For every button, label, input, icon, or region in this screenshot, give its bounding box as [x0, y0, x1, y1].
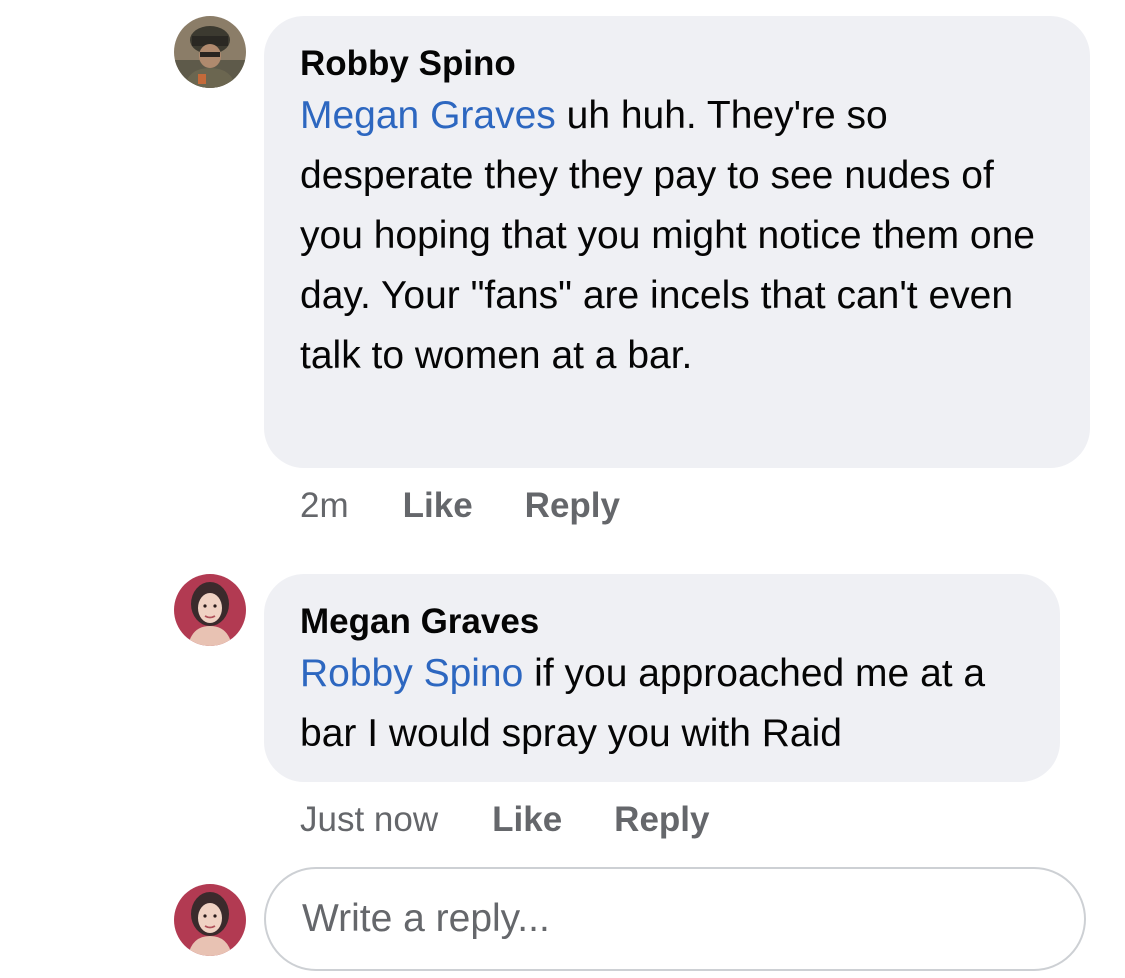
comment-meta: Just now Like Reply [300, 800, 709, 840]
comment-text: Megan Graves uh huh. They're so desperat… [300, 86, 1054, 386]
comment-timestamp[interactable]: Just now [300, 800, 438, 840]
comment-text: Robby Spino if you approached me at a ba… [300, 644, 1024, 764]
like-button[interactable]: Like [492, 800, 562, 840]
reply-button[interactable]: Reply [614, 800, 709, 840]
comment-bubble: Megan Graves Robby Spino if you approach… [264, 574, 1060, 782]
like-button[interactable]: Like [403, 486, 473, 526]
user-avatar-woman-icon [174, 574, 246, 646]
comment-timestamp[interactable]: 2m [300, 486, 349, 526]
comment-bubble: Robby Spino Megan Graves uh huh. They're… [264, 16, 1090, 468]
reply-input[interactable] [302, 897, 1084, 941]
comment-avatar[interactable] [174, 16, 246, 88]
comment-avatar[interactable] [174, 574, 246, 646]
user-avatar-helmet-icon [174, 16, 246, 88]
composer-avatar [174, 884, 246, 956]
mention-link[interactable]: Robby Spino [300, 652, 523, 695]
comment-meta: 2m Like Reply [300, 486, 620, 526]
mention-link[interactable]: Megan Graves [300, 94, 556, 137]
comment-author[interactable]: Megan Graves [300, 574, 1024, 642]
user-avatar-woman-icon [174, 884, 246, 956]
comment-author[interactable]: Robby Spino [300, 16, 1054, 84]
reply-button[interactable]: Reply [525, 486, 620, 526]
reply-composer[interactable] [264, 867, 1086, 971]
